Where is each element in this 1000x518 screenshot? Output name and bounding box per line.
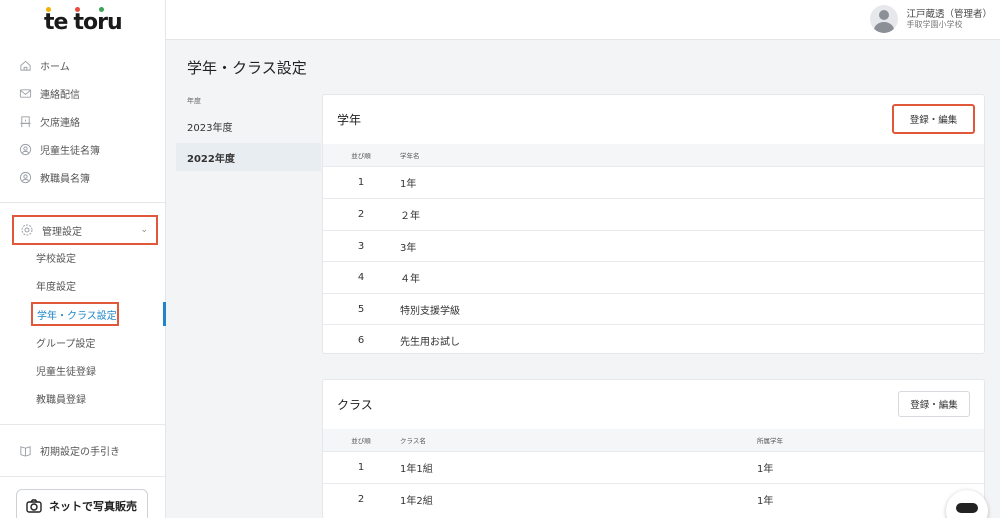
cell-grade: 1年	[757, 464, 774, 475]
cell-grade-name: 先生用お試し	[400, 337, 460, 348]
cell-order: 2	[357, 494, 365, 505]
grade-card-title: 学年	[337, 113, 362, 127]
column-header-order: 並び順	[351, 152, 371, 160]
student-roster-icon	[18, 142, 32, 156]
home-icon	[18, 58, 32, 72]
class-edit-button[interactable]: 登録・編集	[898, 391, 970, 417]
photo-sales-banner[interactable]: ネットで写真販売	[16, 489, 148, 518]
gear-icon	[20, 223, 34, 237]
camera-icon	[25, 497, 43, 515]
mail-icon	[18, 86, 32, 100]
table-row[interactable]: 2 1年2組 1年	[323, 483, 984, 515]
page-title: 学年・クラス設定	[187, 59, 307, 77]
year-item-2022[interactable]: 2022年度	[176, 143, 321, 171]
cell-grade-name: ４年	[400, 274, 420, 285]
sidebar-divider	[0, 202, 166, 203]
cell-grade: 1年	[757, 496, 774, 507]
user-name: 江戸蔵透（管理者）	[906, 8, 992, 20]
sidebar-subitem-staff-registration[interactable]: 教職員登録	[36, 388, 86, 408]
user-menu[interactable]: 江戸蔵透（管理者） 手取学園小学校	[870, 5, 992, 33]
cell-order: 1	[357, 177, 365, 188]
sidebar-item-label: 教職員名簿	[40, 173, 90, 185]
sidebar-subitem-grade-class-settings[interactable]: 学年・クラス設定	[31, 302, 119, 326]
sidebar-item-admin-settings[interactable]: 管理設定 ⌄	[12, 215, 158, 245]
sidebar-item-staff-roster[interactable]: 教職員名簿	[0, 165, 166, 189]
sidebar-divider	[0, 476, 166, 477]
tetoru-logo[interactable]: tetoru	[44, 7, 123, 35]
school-name: 手取学園小学校	[906, 19, 963, 29]
column-header-grade: 所属学年	[757, 437, 783, 445]
sidebar-item-absence[interactable]: 欠席連絡	[0, 109, 166, 133]
class-card-title: クラス	[337, 398, 373, 412]
top-header: 江戸蔵透（管理者） 手取学園小学校	[166, 0, 1000, 40]
table-row[interactable]: 1 1年1組 1年	[323, 451, 984, 483]
sidebar-item-label: 初期設定の手引き	[40, 446, 120, 458]
year-item-2023[interactable]: 2023年度	[176, 112, 321, 140]
avatar	[870, 5, 899, 33]
sidebar-item-student-roster[interactable]: 児童生徒名簿	[0, 137, 166, 161]
table-row[interactable]: 5 特別支援学級	[323, 293, 984, 325]
sidebar-item-setup-guide[interactable]: 初期設定の手引き	[0, 438, 166, 462]
table-row[interactable]: 4 ４年	[323, 261, 984, 293]
sidebar-subitem-student-registration[interactable]: 児童生徒登録	[36, 360, 96, 380]
cell-order: 2	[357, 209, 365, 220]
sidebar-item-messages[interactable]: 連絡配信	[0, 81, 166, 105]
active-indicator	[163, 302, 166, 326]
cell-class-name: 1年2組	[400, 496, 433, 507]
sidebar-item-label: 連絡配信	[40, 89, 80, 101]
grade-card: 学年 登録・編集 並び順 学年名 1 1年 2 ２年 3 3年 4 ４年 5 特別支援学級…	[322, 94, 985, 354]
absence-icon	[18, 114, 32, 128]
cell-class-name: 1年1組	[400, 464, 433, 475]
cell-grade-name: 1年	[400, 179, 417, 190]
column-header-order: 並び順	[351, 437, 371, 445]
table-row[interactable]: 1 1年	[323, 166, 984, 198]
table-row[interactable]: 3 3年	[323, 230, 984, 262]
sidebar-item-home[interactable]: ホーム	[0, 53, 166, 77]
sidebar-divider	[0, 424, 166, 425]
grade-table-header: 並び順 学年名	[323, 144, 984, 166]
cell-order: 5	[357, 304, 365, 315]
cell-order: 6	[357, 335, 365, 346]
book-icon	[18, 443, 32, 457]
cell-grade-name: 特別支援学級	[400, 306, 460, 317]
sidebar-subitem-year-settings[interactable]: 年度設定	[36, 275, 76, 295]
year-list-header: 年度	[187, 97, 201, 105]
sidebar-item-label: ホーム	[40, 61, 70, 73]
sidebar-subitem-school-settings[interactable]: 学校設定	[36, 247, 76, 267]
class-card: クラス 登録・編集 並び順 クラス名 所属学年 1 1年1組 1年 2 1年2組 1年	[322, 379, 985, 518]
cell-order: 4	[357, 272, 365, 283]
photo-sales-label: ネットで写真販売	[49, 500, 137, 513]
sidebar-item-label: 管理設定	[42, 226, 82, 238]
cell-order: 3	[357, 241, 365, 252]
sidebar-subitem-group-settings[interactable]: グループ設定	[36, 332, 95, 352]
sidebar: tetoru ホーム 連絡配信 欠席連絡 児童生徒名簿 教職員名簿 管理設定 ⌄…	[0, 0, 166, 518]
cell-grade-name: ２年	[400, 211, 420, 222]
chevron-down-icon: ⌄	[140, 225, 148, 235]
class-table-header: 並び順 クラス名 所属学年	[323, 429, 984, 451]
column-header-class-name: クラス名	[400, 437, 426, 445]
grade-edit-button[interactable]: 登録・編集	[892, 104, 975, 134]
chat-icon	[956, 503, 978, 513]
cell-grade-name: 3年	[400, 243, 417, 254]
staff-roster-icon	[18, 170, 32, 184]
table-row[interactable]: 2 ２年	[323, 198, 984, 230]
sidebar-item-label: 児童生徒名簿	[40, 145, 100, 157]
sidebar-item-label: 欠席連絡	[40, 117, 80, 129]
cell-order: 1	[357, 462, 365, 473]
table-row[interactable]: 6 先生用お試し	[323, 324, 984, 356]
column-header-grade-name: 学年名	[400, 152, 420, 160]
